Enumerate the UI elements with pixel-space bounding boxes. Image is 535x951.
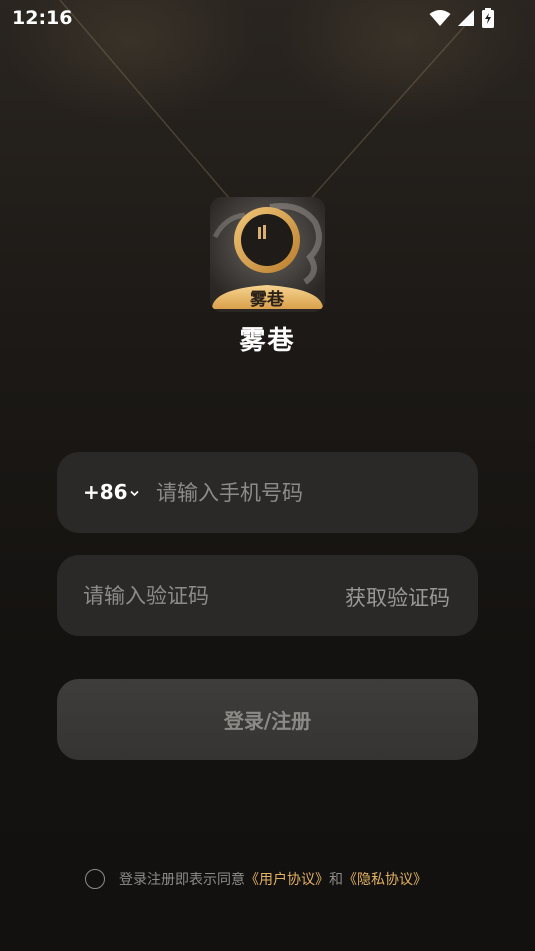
country-code: +86 — [83, 480, 128, 504]
app-title: 雾巷 — [239, 326, 296, 356]
app-logo: 雾巷 — [210, 197, 325, 312]
status-icons — [429, 8, 495, 28]
agreement-prefix: 登录注册即表示同意 — [119, 872, 245, 888]
phone-input[interactable] — [156, 478, 456, 508]
verification-code-input[interactable] — [83, 581, 303, 611]
country-code-selector[interactable]: +86 — [83, 480, 139, 504]
agreement-conjunction: 和 — [329, 872, 343, 888]
agreement-row: 登录注册即表示同意 《用户协议》 和 《隐私协议》 — [85, 869, 427, 889]
status-bar: 12:16 — [0, 0, 535, 38]
logo-text: 雾巷 — [249, 289, 285, 310]
login-register-button[interactable]: 登录/注册 — [57, 679, 478, 760]
verification-code-field: 获取验证码 — [57, 555, 478, 636]
wifi-icon — [429, 10, 451, 26]
get-code-button[interactable]: 获取验证码 — [345, 582, 450, 612]
phone-field: +86 — [57, 452, 478, 533]
logo-emblem: 雾巷 — [210, 197, 325, 312]
privacy-policy-link[interactable]: 《隐私协议》 — [343, 869, 427, 889]
user-agreement-link[interactable]: 《用户协议》 — [245, 869, 329, 889]
status-time: 12:16 — [12, 7, 73, 29]
cellular-signal-icon — [458, 10, 474, 26]
chevron-down-icon — [130, 490, 139, 496]
agreement-checkbox[interactable] — [85, 869, 105, 889]
battery-charging-icon — [482, 8, 494, 28]
